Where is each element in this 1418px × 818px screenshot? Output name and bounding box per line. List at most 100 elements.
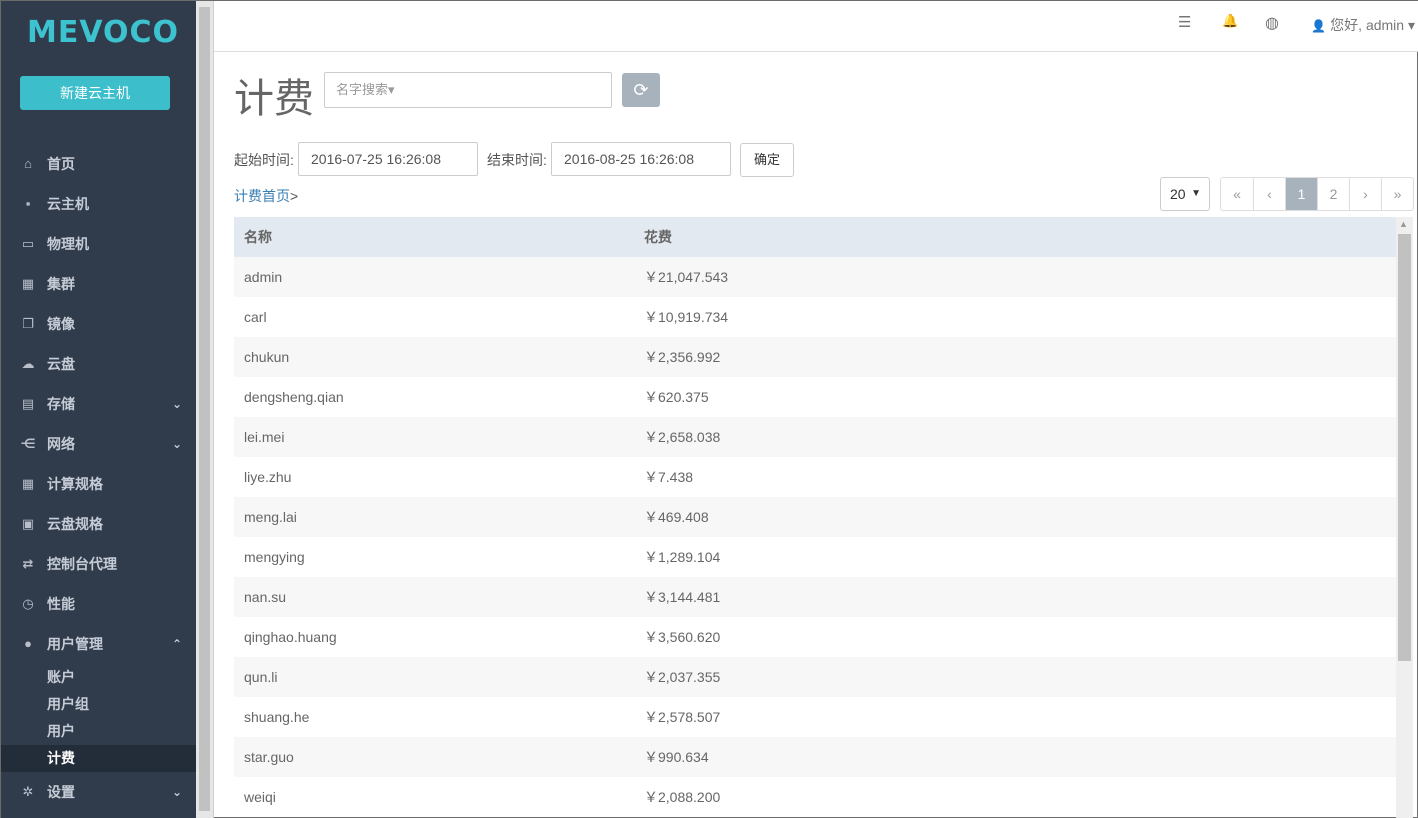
sidebar-item-6[interactable]: ▤ 存储 ⌄ [1, 384, 196, 424]
pager-button-0[interactable]: « [1221, 178, 1253, 210]
sidebar-item-label: 设置 [47, 784, 75, 800]
header-cost[interactable]: 花费 [634, 217, 1396, 257]
user-greeting: 您好, admin ▾ [1330, 17, 1415, 33]
chevron-icon: ⌃ [171, 637, 182, 651]
cell-name: qun.li [244, 669, 278, 685]
table-row[interactable]: lei.mei ￥2,658.038 [234, 417, 1396, 457]
pagination: «‹ 1 2 ›» [1220, 177, 1414, 211]
sidebar-item-4[interactable]: ❐ 镜像 [1, 304, 196, 344]
cell-name: qinghao.huang [244, 629, 337, 645]
page-size-select[interactable]: 20 ▼ [1160, 177, 1210, 211]
sidebar-item-label: 物理机 [47, 236, 89, 252]
new-vm-button[interactable]: 新建云主机 [20, 76, 170, 110]
refresh-icon: ⟳ [633, 80, 649, 100]
sidebar-item-12[interactable]: ● 用户管理 ⌃ [1, 624, 196, 664]
refresh-button[interactable]: ⟳ [622, 73, 660, 107]
sidebar-item-3[interactable]: ▦ 集群 [1, 264, 196, 304]
globe-icon[interactable]: ◍ [1265, 13, 1279, 33]
cell-name: lei.mei [244, 429, 285, 445]
sidebar-item-icon: ◷ [22, 596, 34, 611]
table-header-row: 名称 花费 [234, 217, 1396, 257]
table-row[interactable]: qun.li ￥2,037.355 [234, 657, 1396, 697]
table-row[interactable]: nan.su ￥3,144.481 [234, 577, 1396, 617]
table-row[interactable]: qinghao.huang ￥3,560.620 [234, 617, 1396, 657]
table-scrollbar[interactable]: ▲ [1396, 217, 1413, 818]
cell-cost: ￥7.438 [644, 469, 694, 485]
scroll-up-arrow-icon[interactable]: ▲ [1399, 219, 1408, 229]
sidebar-item-label: 首页 [47, 156, 75, 172]
billing-table-wrap: 名称 花费 admin ￥21,047.543 carl ￥10,919.734 chu… [234, 217, 1396, 817]
table-row[interactable]: shuang.he ￥2,578.507 [234, 697, 1396, 737]
table-row[interactable]: chukun ￥2,356.992 [234, 337, 1396, 377]
table-row[interactable]: star.guo ￥990.634 [234, 737, 1396, 777]
gear-icon: ✲ [22, 784, 34, 799]
sidebar-item-label: 存储 [47, 396, 75, 412]
cell-cost: ￥1,289.104 [644, 549, 721, 565]
sidebar-subitem-2[interactable]: 用户 [1, 718, 196, 745]
sidebar-subitem-3[interactable]: 计费 [1, 745, 196, 772]
start-time-input[interactable]: 2016-07-25 16:26:08 [298, 142, 478, 176]
bell-icon[interactable]: 🔔 [1222, 13, 1238, 29]
sidebar-item-5[interactable]: ☁ 云盘 [1, 344, 196, 384]
table-row[interactable]: mengying ￥1,289.104 [234, 537, 1396, 577]
breadcrumb-separator: > [290, 188, 299, 204]
cell-name: weiqi [244, 789, 276, 805]
sidebar-subitem-0[interactable]: 账户 [1, 664, 196, 691]
sidebar-item-icon: ⇄ [22, 556, 34, 571]
sidebar-item-10[interactable]: ⇄ 控制台代理 [1, 544, 196, 584]
cell-name: nan.su [244, 589, 287, 605]
confirm-button[interactable]: 确定 [740, 143, 794, 177]
pager-button-1[interactable]: ‹ [1253, 178, 1285, 210]
breadcrumb-billing-home[interactable]: 计费首页 [234, 188, 290, 204]
cell-cost: ￥2,356.992 [644, 349, 721, 365]
sidebar-item-11[interactable]: ◷ 性能 [1, 584, 196, 624]
cell-cost: ￥21,047.543 [644, 269, 729, 285]
sidebar-item-label: 网络 [47, 436, 75, 452]
header-name[interactable]: 名称 [234, 217, 634, 257]
cell-name: liye.zhu [244, 469, 292, 485]
table-row[interactable]: admin ￥21,047.543 [234, 257, 1396, 297]
cell-name: chukun [244, 349, 290, 365]
sidebar-nav: ⌂ 首页 ▪ 云主机 ▭ 物理机 ▦ 集群 ❐ 镜像 ☁ 云盘 ▤ 存储 ⌄ ⋲ 网络 ⌄ ▦ 计算规格 ▣ 云盘规格 ⇄ 控… [1, 144, 196, 812]
cell-cost: ￥10,919.734 [644, 309, 729, 325]
sidebar-scrollbar[interactable] [196, 1, 214, 818]
chevron-icon: ⌄ [171, 397, 182, 411]
sidebar-item-icon: ● [24, 636, 32, 651]
page-size-value: 20 [1170, 186, 1186, 202]
table-row[interactable]: weiqi ￥2,088.200 [234, 777, 1396, 817]
sidebar-subitem-1[interactable]: 用户组 [1, 691, 196, 718]
sidebar-item-label: 镜像 [47, 316, 75, 332]
mevoco-logo: MEVOCO [27, 15, 180, 50]
chevron-down-icon: ⌄ [171, 785, 182, 799]
sidebar-item-label: 性能 [47, 596, 75, 612]
pager-button-2[interactable]: 1 [1285, 178, 1317, 210]
pager-button-3[interactable]: 2 [1317, 178, 1349, 210]
sidebar-item-8[interactable]: ▦ 计算规格 [1, 464, 196, 504]
sidebar-scrollbar-thumb[interactable] [199, 7, 210, 811]
cell-cost: ￥2,578.507 [644, 709, 721, 725]
cell-cost: ￥469.408 [644, 509, 709, 525]
sidebar-item-icon: ▪ [25, 196, 31, 211]
breadcrumb: 计费首页> [234, 186, 298, 206]
table-row[interactable]: carl ￥10,919.734 [234, 297, 1396, 337]
sidebar-item-icon: ❐ [22, 316, 34, 331]
pager-button-4[interactable]: › [1349, 178, 1381, 210]
sidebar-item-9[interactable]: ▣ 云盘规格 [1, 504, 196, 544]
sidebar: MEVOCO 新建云主机 ⌂ 首页 ▪ 云主机 ▭ 物理机 ▦ 集群 ❐ 镜像 ☁ 云盘 ▤ 存储 ⌄ ⋲ 网络… [1, 1, 196, 818]
end-time-input[interactable]: 2016-08-25 16:26:08 [551, 142, 731, 176]
sidebar-item-0[interactable]: ⌂ 首页 [1, 144, 196, 184]
cell-cost: ￥3,144.481 [644, 589, 721, 605]
sidebar-item-settings[interactable]: ✲ 设置 ⌄ [1, 772, 196, 812]
sidebar-item-7[interactable]: ⋲ 网络 ⌄ [1, 424, 196, 464]
table-scrollbar-thumb[interactable] [1398, 234, 1411, 661]
pager-button-5[interactable]: » [1381, 178, 1413, 210]
sidebar-item-2[interactable]: ▭ 物理机 [1, 224, 196, 264]
name-search-input[interactable]: 名字搜索▾ [324, 72, 612, 108]
list-icon[interactable]: ☰ [1178, 13, 1191, 31]
user-menu[interactable]: 👤 您好, admin ▾ [1311, 15, 1415, 35]
table-row[interactable]: liye.zhu ￥7.438 [234, 457, 1396, 497]
sidebar-item-1[interactable]: ▪ 云主机 [1, 184, 196, 224]
cell-cost: ￥2,037.355 [644, 669, 721, 685]
table-row[interactable]: dengsheng.qian ￥620.375 [234, 377, 1396, 417]
table-row[interactable]: meng.lai ￥469.408 [234, 497, 1396, 537]
